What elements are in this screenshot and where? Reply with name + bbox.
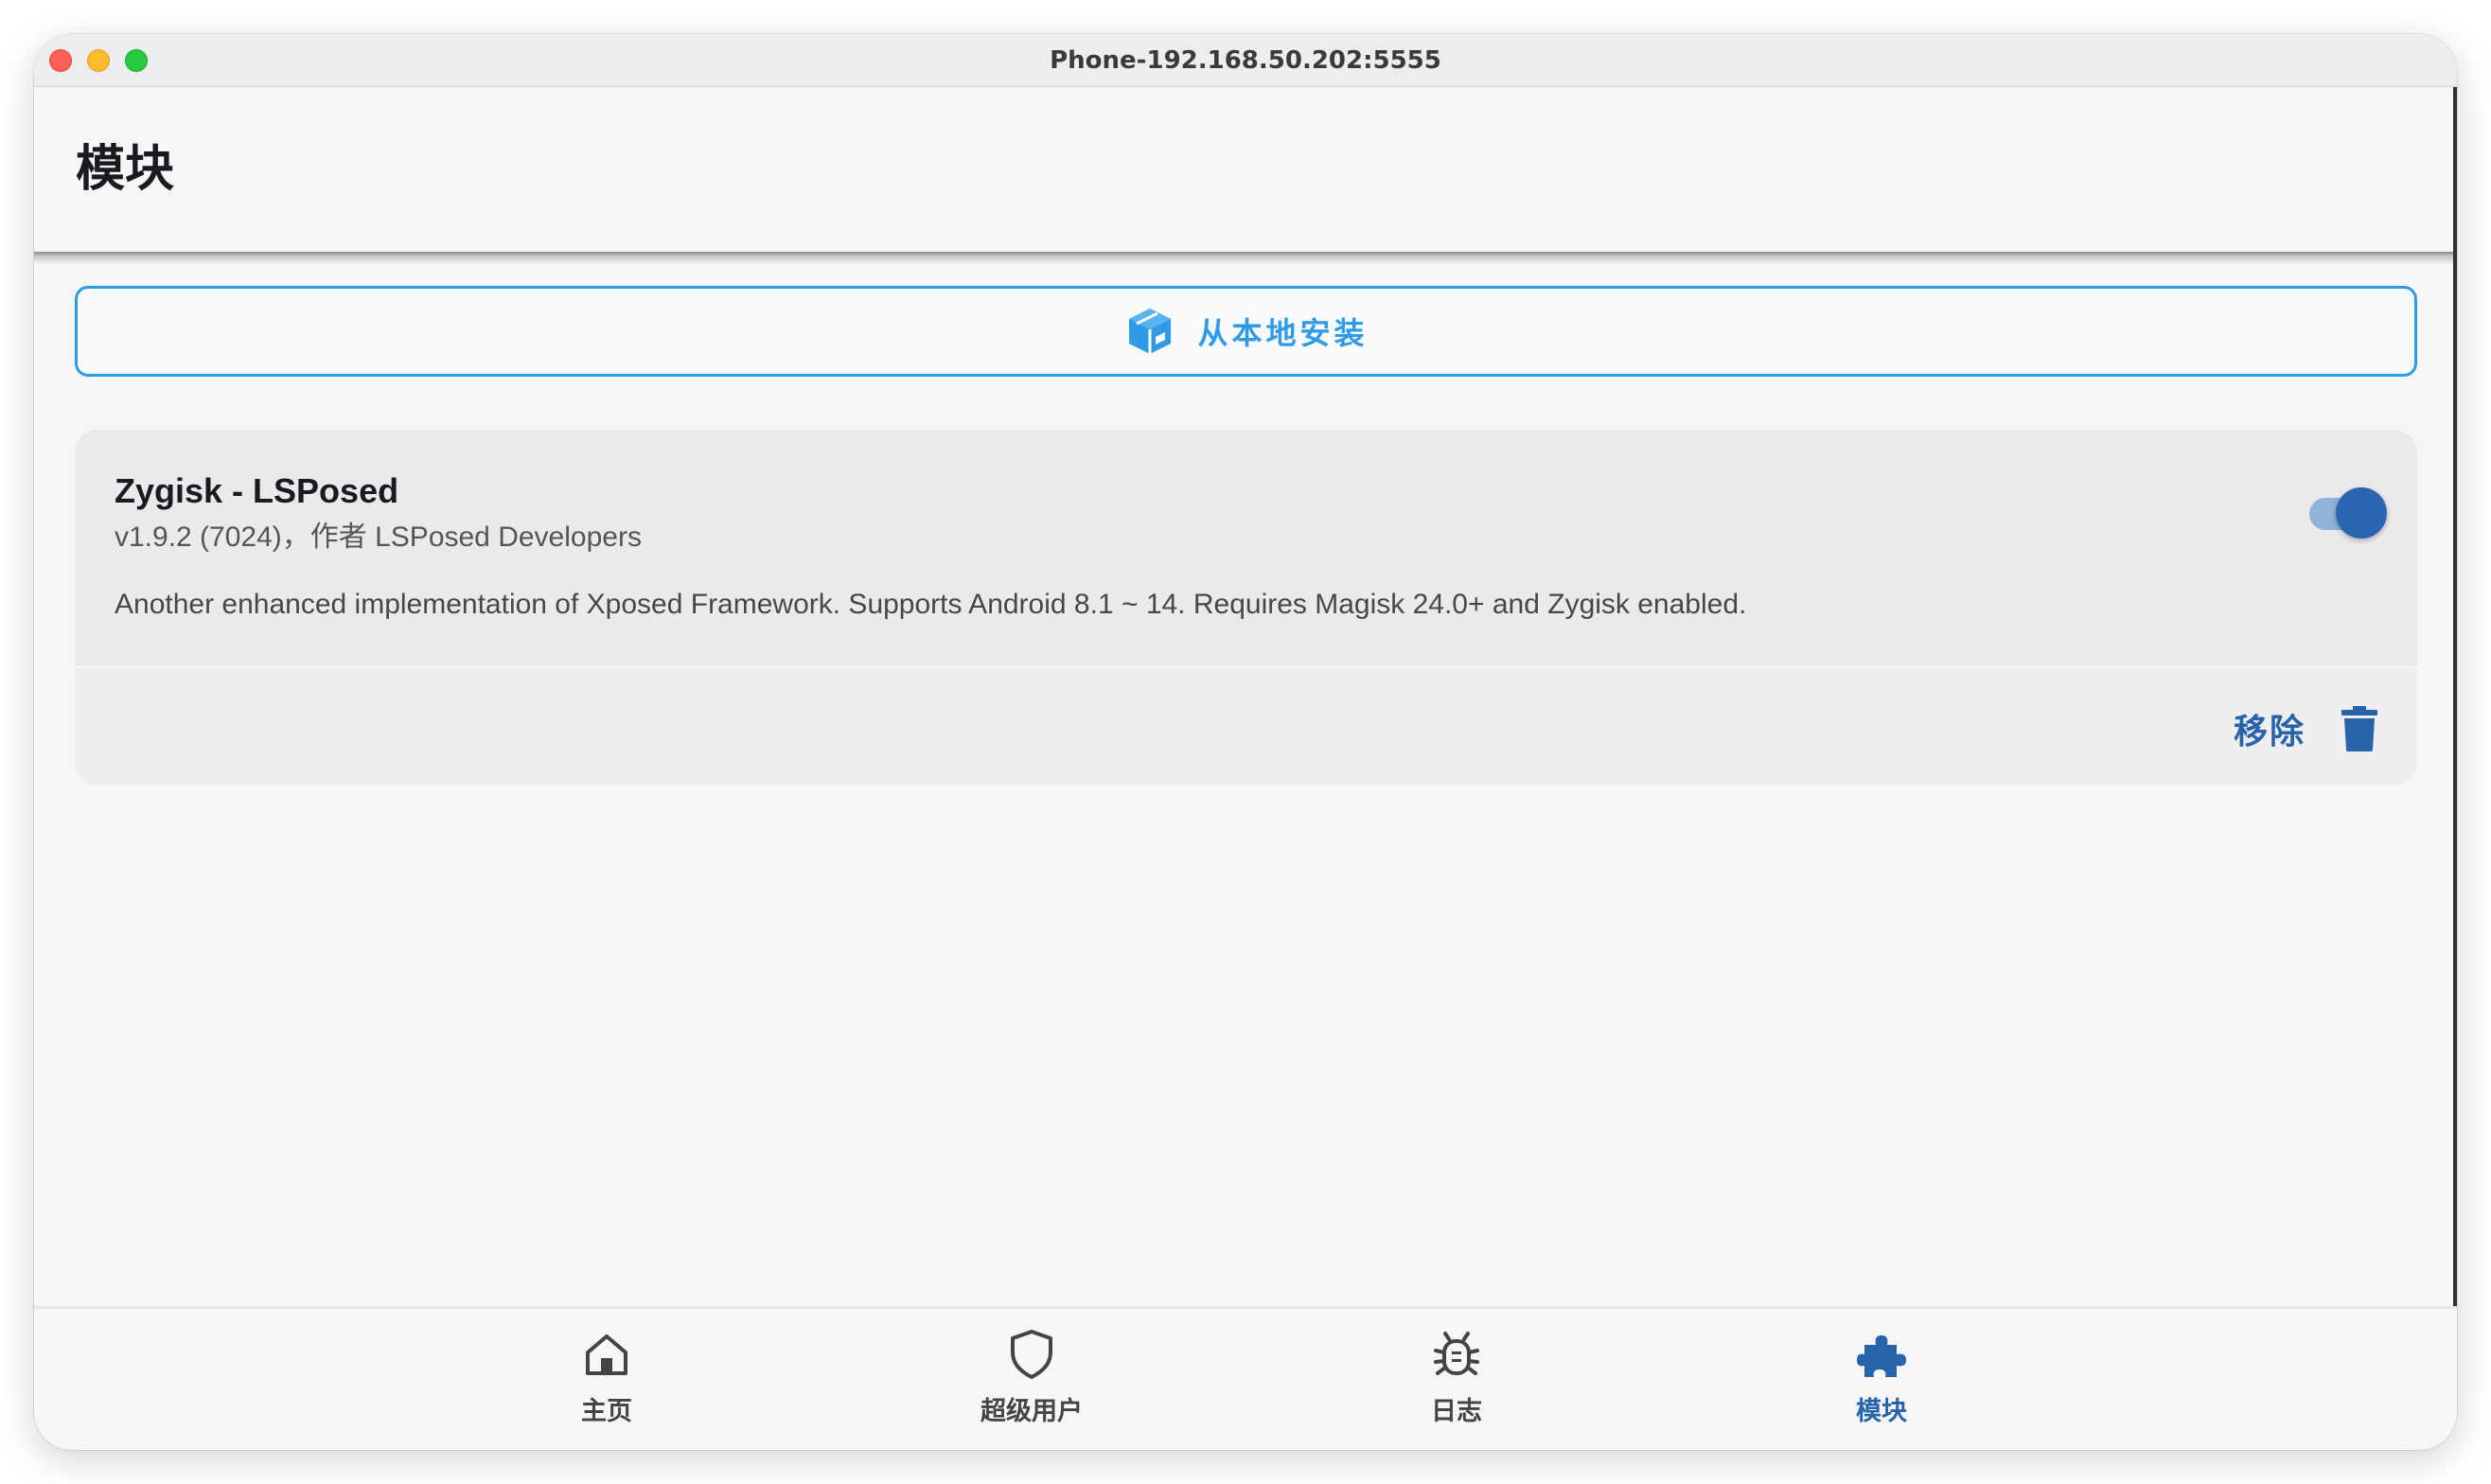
module-enable-toggle[interactable] [2306,485,2389,541]
trash-icon [2341,706,2377,751]
bottom-navigation: 主页 超级用户 日志 模块 [34,1306,2457,1450]
title-bar: Phone-192.168.50.202:5555 [34,34,2457,87]
nav-tab-superuser[interactable]: 超级用户 [928,1328,1136,1441]
remove-module-button[interactable]: 移除 [2234,702,2379,755]
app-bar: 模块 [34,87,2457,263]
module-card-actions: 移除 [75,666,2417,786]
puzzle-icon [1857,1335,1906,1377]
nav-label-module: 模块 [1856,1397,1907,1426]
home-icon [586,1334,627,1375]
install-button-label: 从本地安装 [1197,315,1369,351]
module-description: Another enhanced implementation of Xpose… [115,589,1747,620]
shield-icon [1011,1330,1052,1379]
scrollbar[interactable] [2453,87,2457,1338]
nav-label-superuser: 超级用户 [980,1397,1083,1426]
module-name: Zygisk - LSPosed [115,471,399,510]
module-card-body: Zygisk - LSPosed v1.9.2 (7024)，作者 LSPose… [75,430,2417,664]
page-title: 模块 [76,141,175,198]
nav-label-log: 日志 [1431,1397,1482,1426]
nav-tab-home[interactable]: 主页 [503,1328,711,1441]
install-from-local-button[interactable]: 从本地安装 [75,286,2417,377]
module-card: Zygisk - LSPosed v1.9.2 (7024)，作者 LSPose… [75,430,2417,786]
window-title: Phone-192.168.50.202:5555 [1050,46,1441,75]
module-version-author: v1.9.2 (7024)，作者 LSPosed Developers [115,521,642,553]
nav-tab-log[interactable]: 日志 [1352,1328,1561,1441]
bug-icon [1434,1332,1479,1375]
package-icon [1129,309,1172,354]
remove-button-label: 移除 [2233,713,2306,751]
nav-tab-module[interactable]: 模块 [1777,1328,1986,1441]
toggle-thumb [2336,487,2387,539]
nav-label-home: 主页 [581,1397,632,1426]
app-window: Phone-192.168.50.202:5555 模块 从本地安装 Zygis… [34,34,2457,1450]
